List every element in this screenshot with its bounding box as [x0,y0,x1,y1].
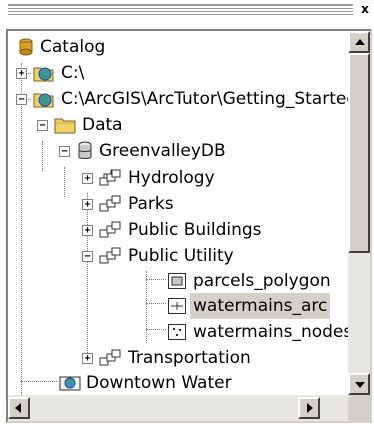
folder-connection-icon [33,93,54,108]
horizontal-scrollbar[interactable] [8,395,348,421]
scroll-down-button[interactable] [348,373,370,395]
map-document-icon [59,376,81,391]
tree-item-path[interactable]: − C:\ArcGIS\ArcTutor\Getting_Started [16,86,348,112]
tree-line [146,271,147,343]
folder-connection-icon [33,67,54,82]
tree-item-label: GreenvalleyDB [99,141,226,161]
tree-line [146,279,166,280]
tree-line [64,167,65,197]
feature-dataset-icon [99,221,121,238]
collapse-minus-icon[interactable]: − [59,146,70,157]
collapse-minus-icon[interactable]: − [37,120,48,131]
expand-plus-icon[interactable]: + [82,353,93,364]
arrow-left-icon [15,403,21,413]
scroll-left-button[interactable] [8,397,30,419]
tree-item-label: Transportation [128,348,251,368]
scroll-right-button[interactable] [298,397,320,419]
tree-item-label: Hydrology [128,168,215,188]
tree-item-label: watermains_nodes [193,322,348,342]
tree-item-label: Catalog [40,37,106,57]
tree-item-label: Data [82,115,123,135]
vertical-scrollbar[interactable] [348,31,370,395]
tree-item-transportation[interactable]: + Transportation [82,345,342,371]
collapse-minus-icon[interactable]: − [82,251,93,262]
tree-line [146,329,166,330]
scroll-up-button[interactable] [348,31,370,53]
scroll-thumb[interactable] [348,53,370,253]
tree-item-catalog[interactable]: Catalog [18,34,348,60]
collapse-minus-icon[interactable]: − [16,94,27,105]
feature-dataset-icon [99,169,121,186]
catalog-icon [19,38,33,56]
tree-item-c-drive[interactable]: + C:\ [16,60,346,86]
panel-titlebar[interactable]: x [0,0,374,24]
tree-item-label: Downtown Water [86,373,232,393]
tree-item-greenvalleydb[interactable]: − GreenvalleyDB [59,138,339,164]
feature-dataset-icon [99,349,121,366]
tree-item-label: C:\ArcGIS\ArcTutor\Getting_Started [61,89,348,109]
tree-item-hydrology[interactable]: + Hydrology [82,165,342,191]
tree-item-watermains-nodes[interactable]: watermains_nodes [168,319,348,345]
folder-icon [54,118,76,134]
catalog-tree-panel: Catalog + C:\ − C:\ArcGIS\ArcTutor\Getti… [6,29,372,423]
expand-plus-icon[interactable]: + [82,173,93,184]
tree-item-label: Public Utility [128,246,234,266]
tree-item-parks[interactable]: + Parks [82,191,342,217]
tree-item-label: C:\ [61,63,85,83]
expand-plus-icon[interactable]: + [82,225,93,236]
tree-item-label: parcels_polygon [193,271,331,291]
polygon-feature-class-icon [168,273,186,289]
tree-item-public-buildings[interactable]: + Public Buildings [82,217,342,243]
drag-grip[interactable] [8,4,353,15]
tree-item-data[interactable]: − Data [37,112,337,138]
tree-line [42,141,43,171]
tree-item-label: Parks [128,194,174,214]
tree-line [21,381,57,382]
tree-item-label: watermains_arc [190,293,331,319]
tree-line [146,303,166,304]
expand-plus-icon[interactable]: + [16,68,27,79]
feature-dataset-icon [99,195,121,212]
arrow-down-icon [355,382,365,388]
expand-plus-icon[interactable]: + [82,199,93,210]
tree-item-label: Public Buildings [128,220,262,240]
arrow-right-icon [307,403,313,413]
tree-item-parcels-polygon[interactable]: parcels_polygon [168,268,348,294]
point-feature-class-icon [168,324,186,340]
tree-item-downtown-water[interactable]: Downtown Water [58,370,348,395]
tree-item-public-utility[interactable]: − Public Utility [82,243,342,269]
geodatabase-icon [78,141,92,159]
tree-line [21,63,22,395]
feature-dataset-icon [99,247,121,264]
scrollbar-corner [348,395,370,421]
tree-item-watermains-arc[interactable]: watermains_arc [168,293,348,319]
close-button[interactable]: x [357,1,373,17]
arrow-up-icon [355,39,365,45]
catalog-tree: Catalog + C:\ − C:\ArcGIS\ArcTutor\Getti… [8,31,348,395]
close-icon: x [361,2,369,16]
line-feature-class-icon [168,298,186,314]
